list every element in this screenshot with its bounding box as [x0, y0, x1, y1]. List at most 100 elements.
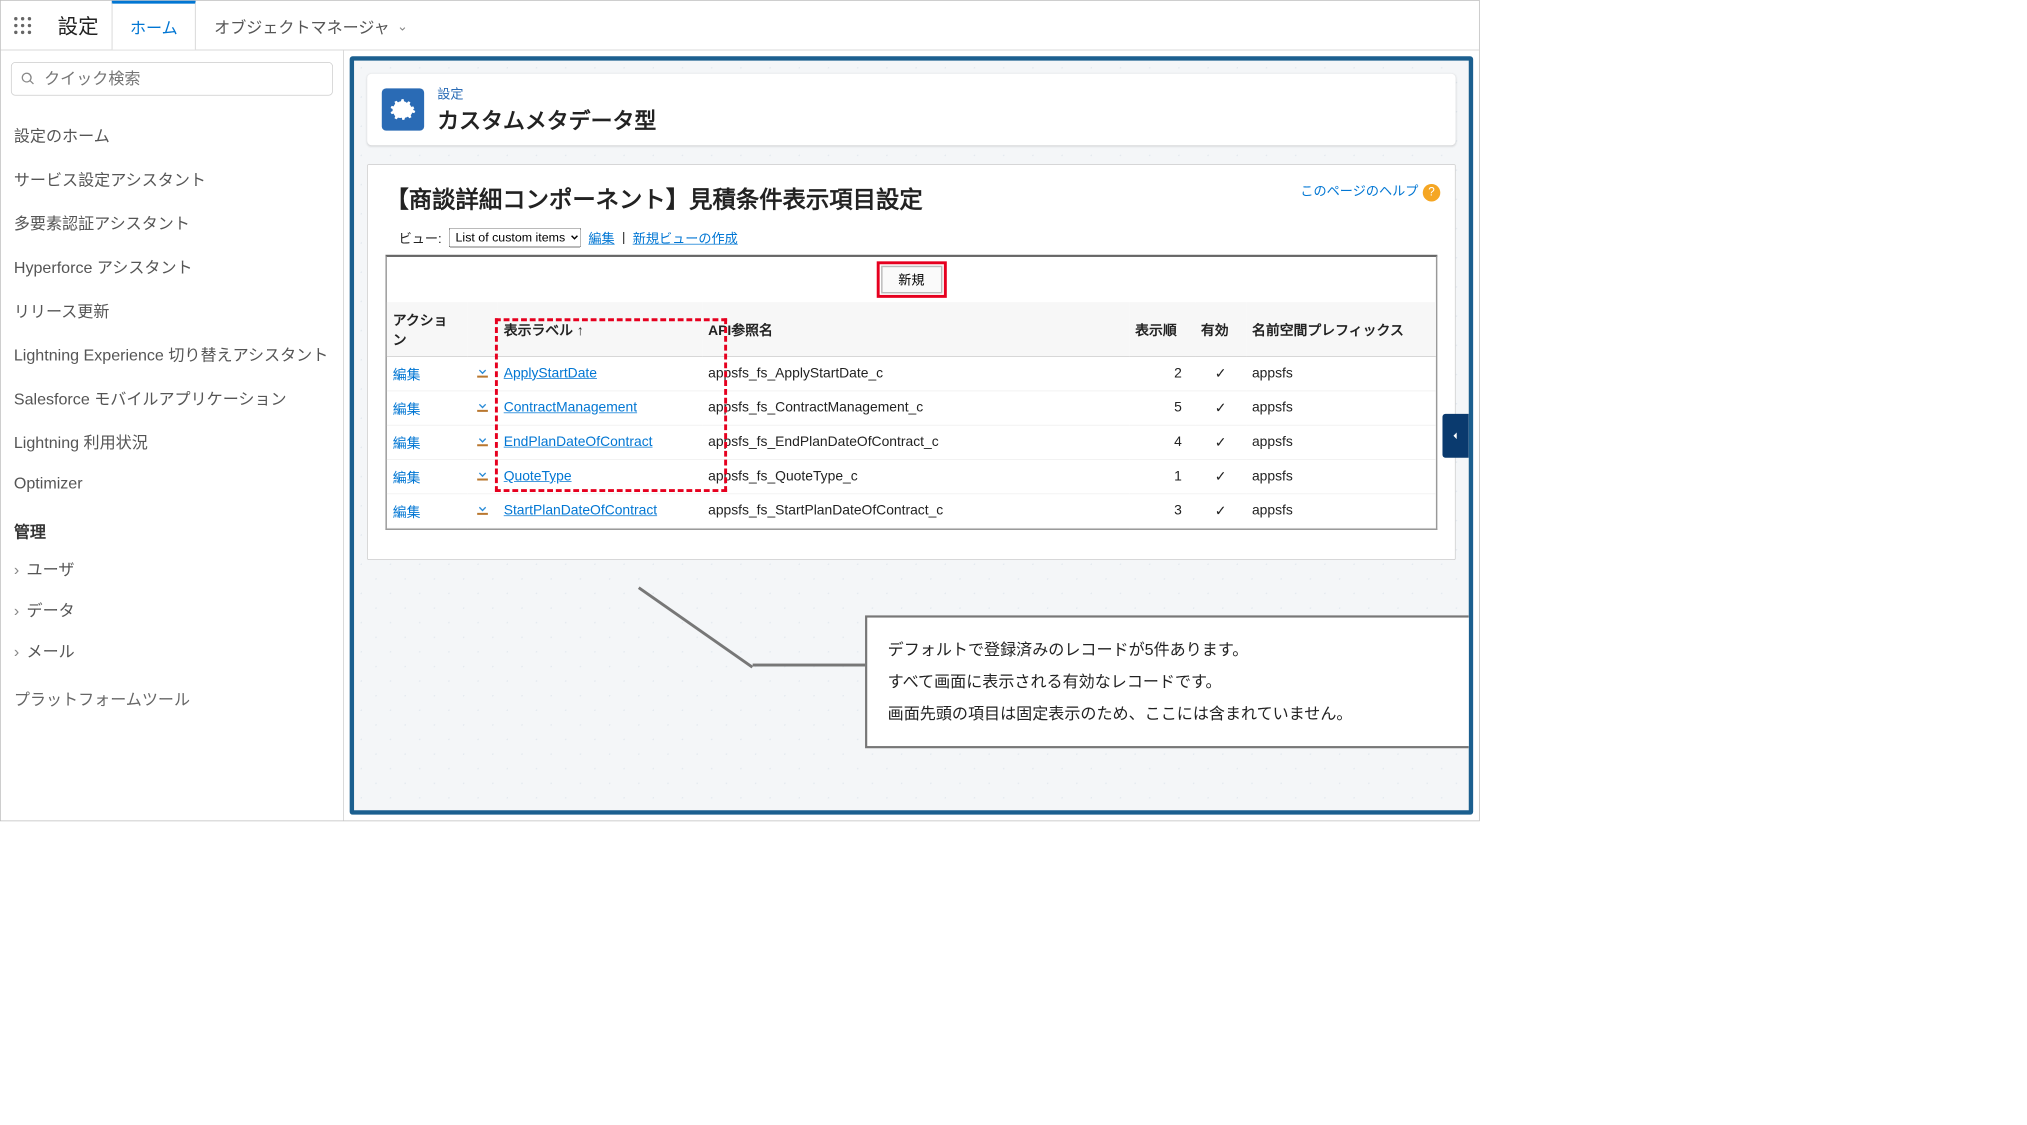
content-panel: 【商談詳細コンポーネント】見積条件表示項目設定 このページのヘルプ? ビュー: … [367, 164, 1455, 560]
record-order: 1 [1129, 460, 1195, 494]
table-row: 編集 EndPlanDateOfContract appsfs_fs_EndPlan… [387, 425, 1436, 459]
record-label-link[interactable]: ApplyStartDate [504, 366, 597, 381]
download-icon[interactable] [473, 398, 492, 414]
tab-home-label: ホーム [130, 15, 178, 38]
table-row: 編集 ContractManagement appsfs_fs_ContractMa… [387, 391, 1436, 425]
edit-link[interactable]: 編集 [393, 368, 421, 383]
view-select[interactable]: List of custom items [449, 228, 581, 248]
page-title: カスタムメタデータ型 [437, 103, 656, 135]
highlight-new-button: 新規 [876, 261, 946, 298]
col-namespace[interactable]: 名前空間プレフィックス [1246, 302, 1436, 356]
record-active: ✓ [1195, 357, 1246, 391]
top-bar: 設定 ホーム オブジェクトマネージャ ⌄ [1, 1, 1479, 51]
view-selector-row: ビュー: List of custom items 編集 | 新規ビューの作成 [399, 228, 1438, 248]
chevron-right-icon: › [14, 642, 19, 660]
edit-link[interactable]: 編集 [393, 470, 421, 485]
panel-heading: 【商談詳細コンポーネント】見積条件表示項目設定 [385, 181, 1437, 215]
record-order: 5 [1129, 391, 1195, 425]
sidebar-sub-item[interactable]: ›メール [11, 630, 333, 671]
record-order: 3 [1129, 494, 1195, 528]
record-api: appsfs_fs_EndPlanDateOfContract_c [702, 425, 1129, 459]
chevron-right-icon: › [14, 602, 19, 620]
record-namespace: appsfs [1246, 494, 1436, 528]
record-label-link[interactable]: EndPlanDateOfContract [504, 434, 653, 449]
page-help-link[interactable]: このページのヘルプ? [1300, 181, 1440, 201]
callout-connector [753, 664, 870, 667]
sidebar-item[interactable]: Lightning Experience 切り替えアシスタント [11, 332, 333, 376]
tab-object-manager-label: オブジェクトマネージャ [214, 15, 390, 38]
col-active[interactable]: 有効 [1195, 302, 1246, 356]
sidebar-sub-item[interactable]: ›データ [11, 589, 333, 630]
record-api: appsfs_fs_StartPlanDateOfContract_c [702, 494, 1129, 528]
app-launcher-icon[interactable] [1, 15, 45, 35]
sidebar-item[interactable]: 多要素認証アシスタント [11, 201, 333, 245]
annotation-callout: デフォルトで登録済みのレコードが5件あります。 すべて画面に表示される有効なレコ… [865, 615, 1473, 748]
sidebar-section: プラットフォームツール [11, 671, 333, 716]
sidebar: 設定のホーム サービス設定アシスタント 多要素認証アシスタント Hyperfor… [1, 50, 344, 820]
sidebar-item[interactable]: Lightning 利用状況 [11, 420, 333, 464]
main-area: 設定 カスタムメタデータ型 【商談詳細コンポーネント】見積条件表示項目設定 この… [350, 56, 1473, 814]
callout-text: 画面先頭の項目は固定表示のため、ここには含まれていません。 [888, 698, 1473, 730]
sidebar-section: 管理 [11, 503, 333, 548]
chevron-down-icon: ⌄ [397, 19, 408, 34]
record-api: appsfs_fs_ContractManagement_c [702, 391, 1129, 425]
help-icon: ? [1423, 184, 1441, 202]
quick-find[interactable] [11, 62, 333, 96]
tab-object-manager[interactable]: オブジェクトマネージャ ⌄ [196, 1, 426, 50]
sidebar-item[interactable]: リリース更新 [11, 288, 333, 332]
new-view-link[interactable]: 新規ビューの作成 [633, 228, 738, 247]
download-icon[interactable] [473, 501, 492, 517]
record-api: appsfs_fs_QuoteType_c [702, 460, 1129, 494]
page-header: 設定 カスタムメタデータ型 [367, 74, 1455, 146]
record-order: 4 [1129, 425, 1195, 459]
callout-text: すべて画面に表示される有効なレコードです。 [888, 666, 1473, 698]
edit-link[interactable]: 編集 [393, 505, 421, 520]
tab-home[interactable]: ホーム [112, 1, 196, 50]
record-active: ✓ [1195, 460, 1246, 494]
sidebar-item[interactable]: Hyperforce アシスタント [11, 245, 333, 289]
callout-text: デフォルトで登録済みのレコードが5件あります。 [888, 634, 1473, 666]
record-namespace: appsfs [1246, 357, 1436, 391]
col-label[interactable]: 表示ラベル ↑ [498, 302, 702, 356]
records-table: アクション 表示ラベル ↑ API参照名 表示順 有効 名前空間プレフィックス … [387, 302, 1436, 528]
edit-view-link[interactable]: 編集 [588, 228, 614, 247]
collapse-panel-button[interactable] [1442, 414, 1468, 458]
app-title: 設定 [45, 11, 112, 40]
sidebar-item[interactable]: 設定のホーム [11, 113, 333, 157]
callout-connector [638, 586, 753, 668]
table-row: 編集ApplyStartDateappsfs_fs_ApplyStartDate… [387, 357, 1436, 391]
table-row: 編集 QuoteType appsfs_fs_QuoteType_c1✓appsfs [387, 460, 1436, 494]
record-label-link[interactable]: QuoteType [504, 469, 572, 484]
record-namespace: appsfs [1246, 460, 1436, 494]
col-order[interactable]: 表示順 [1129, 302, 1195, 356]
sidebar-sub-item[interactable]: ›ユーザ [11, 548, 333, 589]
record-active: ✓ [1195, 391, 1246, 425]
sidebar-item[interactable]: Optimizer [11, 464, 333, 503]
table-row: 編集 StartPlanDateOfContract appsfs_fs_Start… [387, 494, 1436, 528]
col-action[interactable]: アクション [387, 302, 467, 356]
list-table-wrap: 新規 アクション 表示ラベル ↑ API参照名 表示順 有効 [385, 255, 1437, 530]
edit-link[interactable]: 編集 [393, 436, 421, 451]
edit-link[interactable]: 編集 [393, 402, 421, 417]
search-icon [20, 71, 35, 87]
record-order: 2 [1129, 357, 1195, 391]
col-api[interactable]: API参照名 [702, 302, 1129, 356]
record-namespace: appsfs [1246, 391, 1436, 425]
record-active: ✓ [1195, 425, 1246, 459]
download-icon[interactable] [473, 466, 492, 482]
view-label: ビュー: [399, 228, 442, 247]
download-icon[interactable] [473, 432, 492, 448]
sidebar-item[interactable]: サービス設定アシスタント [11, 157, 333, 201]
record-active: ✓ [1195, 494, 1246, 528]
record-label-link[interactable]: ContractManagement [504, 400, 637, 415]
sidebar-item[interactable]: Salesforce モバイルアプリケーション [11, 376, 333, 420]
new-record-button[interactable]: 新規 [881, 266, 942, 294]
page-header-sup: 設定 [437, 84, 656, 103]
download-icon[interactable] [473, 364, 492, 380]
record-label-link[interactable]: StartPlanDateOfContract [504, 503, 657, 518]
top-tabs: ホーム オブジェクトマネージャ ⌄ [112, 1, 427, 50]
gear-icon [382, 88, 424, 130]
record-namespace: appsfs [1246, 425, 1436, 459]
quick-find-input[interactable] [43, 69, 324, 89]
chevron-right-icon: › [14, 561, 19, 579]
